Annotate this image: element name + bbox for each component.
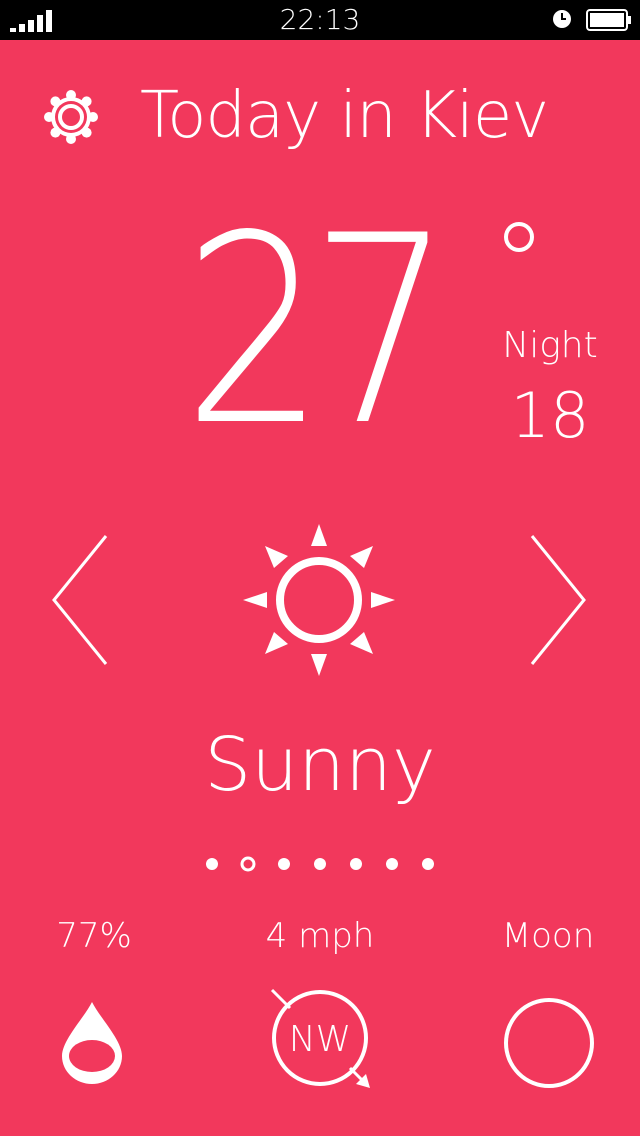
- water-drop-icon: [62, 1002, 122, 1084]
- night-label: Night: [502, 325, 598, 366]
- battery-icon: [586, 9, 631, 31]
- weather-screen: Today in Kiev 27 Night 18 Sunny 77% 4 mp…: [0, 40, 640, 1136]
- page-dot[interactable]: [386, 858, 398, 870]
- sun-icon: [243, 524, 395, 676]
- chevron-left-icon[interactable]: [50, 532, 110, 668]
- weather-condition: Sunny: [204, 722, 436, 808]
- status-clock: 22:13: [279, 3, 361, 36]
- degree-icon: [504, 222, 534, 252]
- moon-phase-icon: [504, 998, 594, 1088]
- alarm-clock-icon: [553, 10, 571, 28]
- current-temperature: 27: [183, 181, 452, 483]
- chevron-right-icon[interactable]: [528, 532, 588, 668]
- page-dot[interactable]: [278, 858, 290, 870]
- night-temperature: 18: [510, 379, 590, 452]
- wind-speed-value: 4 mph: [265, 916, 375, 956]
- status-bar: 22:13: [0, 0, 640, 40]
- page-title: Today in Kiev: [140, 79, 549, 153]
- gear-icon[interactable]: [42, 88, 100, 146]
- page-indicator[interactable]: [200, 852, 440, 876]
- wind-direction: NW: [288, 1019, 352, 1060]
- page-dot[interactable]: [206, 858, 218, 870]
- page-dot[interactable]: [240, 856, 256, 872]
- page-dot[interactable]: [350, 858, 362, 870]
- humidity-value: 77%: [56, 916, 132, 956]
- page-dot[interactable]: [314, 858, 326, 870]
- moon-label: Moon: [501, 916, 595, 956]
- page-dot[interactable]: [422, 858, 434, 870]
